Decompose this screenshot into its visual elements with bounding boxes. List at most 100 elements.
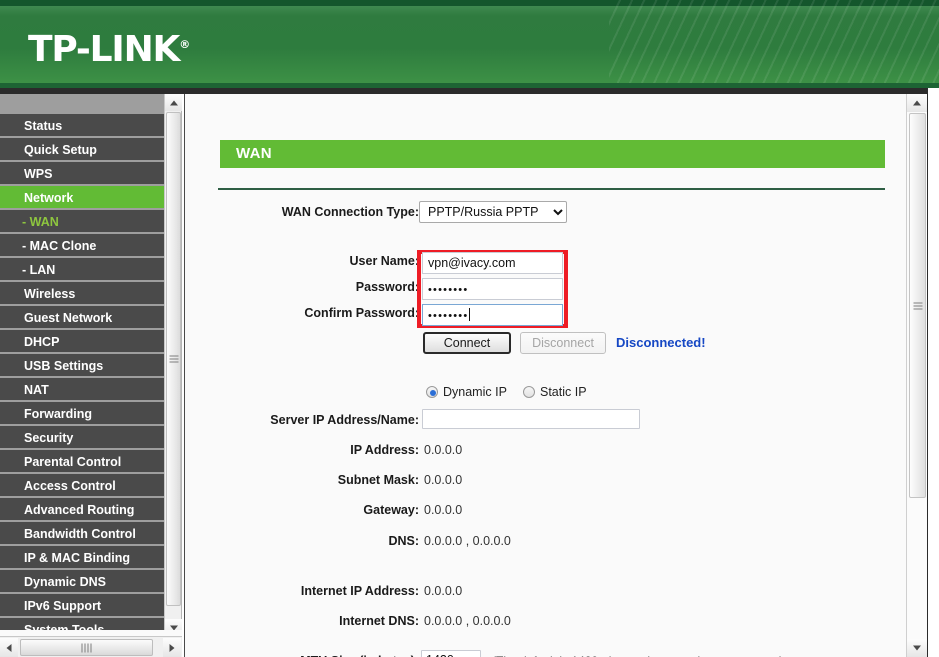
sidebar-item-parental-control[interactable]: Parental Control	[0, 450, 164, 474]
internet-ip-label: Internet IP Address:	[300, 584, 419, 598]
text-cursor	[469, 308, 471, 321]
confirm-password-input-value: ••••••••	[428, 310, 469, 322]
main-vertical-scrollbar[interactable]	[906, 94, 927, 657]
sidebar-horizontal-scrollbar[interactable]	[0, 636, 182, 657]
sidebar-item-security[interactable]: Security	[0, 426, 164, 450]
main-scroll-down-button[interactable]	[907, 639, 927, 657]
radio-selected-icon[interactable]	[426, 386, 438, 398]
sidebar-menu: Status Quick Setup WPS Network - WAN - MAC Cl…	[0, 114, 164, 636]
brand-text: TP-LINK	[28, 29, 180, 70]
sidebar-top-spacer	[0, 94, 164, 114]
password-label: Password:	[355, 280, 419, 294]
row-connection-actions: Connect Disconnect Disconnected!	[185, 332, 906, 354]
header-stripe-pattern	[609, 0, 939, 88]
scroll-left-button[interactable]	[0, 638, 18, 657]
sidebar-item-lan[interactable]: - LAN	[0, 258, 164, 282]
gateway-label: Gateway:	[363, 503, 419, 517]
chevron-up-icon	[913, 100, 921, 106]
sidebar-scroll-up-button[interactable]	[165, 94, 182, 111]
ip-address-value: 0.0.0.0	[424, 443, 463, 457]
radio-unselected-icon[interactable]	[523, 386, 535, 398]
horizontal-scrollbar-thumb[interactable]	[20, 639, 153, 656]
dynamic-ip-label: Dynamic IP	[443, 385, 507, 399]
row-connection-type: WAN Connection Type: PPTP/Russia PPTP	[185, 201, 906, 223]
row-dns: DNS: 0.0.0.0 , 0.0.0.0	[185, 530, 906, 552]
sidebar-vertical-scrollbar[interactable]	[164, 94, 182, 636]
grip-icon	[81, 643, 92, 652]
subnet-mask-value: 0.0.0.0	[424, 473, 463, 487]
chevron-left-icon	[6, 643, 12, 652]
mtu-hint-text: (The default is 1420, do not change unle…	[492, 650, 783, 657]
server-ip-input[interactable]	[422, 409, 640, 429]
disconnect-button: Disconnect	[520, 332, 606, 354]
sidebar-item-status[interactable]: Status	[0, 114, 164, 138]
connect-button[interactable]: Connect	[423, 332, 511, 354]
connection-type-label: WAN Connection Type:	[281, 205, 419, 219]
chevron-right-icon	[169, 643, 175, 652]
dns-label: DNS:	[388, 534, 419, 548]
internet-dns-label: Internet DNS:	[339, 614, 419, 628]
sidebar-item-forwarding[interactable]: Forwarding	[0, 402, 164, 426]
row-ip-address: IP Address: 0.0.0.0	[185, 439, 906, 461]
username-label: User Name:	[349, 254, 419, 268]
main-scroll-up-button[interactable]	[907, 94, 927, 112]
chevron-down-icon	[913, 645, 921, 651]
sidebar-item-wps[interactable]: WPS	[0, 162, 164, 186]
sidebar-item-advanced-routing[interactable]: Advanced Routing	[0, 498, 164, 522]
window-frame-right	[927, 88, 939, 657]
sidebar-scrollbar-thumb[interactable]	[166, 112, 181, 606]
sidebar-item-wireless[interactable]: Wireless	[0, 282, 164, 306]
chevron-up-icon	[169, 100, 178, 105]
sidebar-item-access-control[interactable]: Access Control	[0, 474, 164, 498]
grip-icon	[169, 355, 178, 363]
main-scrollbar-thumb[interactable]	[909, 113, 926, 498]
sidebar-item-nat[interactable]: NAT	[0, 378, 164, 402]
sidebar-item-guest-network[interactable]: Guest Network	[0, 306, 164, 330]
row-subnet-mask: Subnet Mask: 0.0.0.0	[185, 469, 906, 491]
row-internet-dns: Internet DNS: 0.0.0.0 , 0.0.0.0	[185, 610, 906, 632]
row-internet-ip: Internet IP Address: 0.0.0.0	[185, 580, 906, 602]
scroll-right-button[interactable]	[163, 638, 181, 657]
page-header: TP-LINK®	[0, 0, 939, 88]
sidebar-item-ipv6-support[interactable]: IPv6 Support	[0, 594, 164, 618]
username-input[interactable]: vpn@ivacy.com	[422, 252, 563, 274]
main-content: WAN WAN Connection Type: PPTP/Russia PPT…	[184, 94, 906, 657]
confirm-password-input[interactable]: ••••••••	[422, 304, 563, 326]
sidebar-item-mac-clone[interactable]: - MAC Clone	[0, 234, 164, 258]
internet-dns-value: 0.0.0.0 , 0.0.0.0	[424, 614, 511, 628]
ip-address-label: IP Address:	[350, 443, 419, 457]
internet-ip-value: 0.0.0.0	[424, 584, 463, 598]
router-admin-page: TP-LINK® Status Quick Setup WPS Network - WA…	[0, 0, 939, 657]
sidebar: Status Quick Setup WPS Network - WAN - MAC Cl…	[0, 94, 164, 636]
grip-icon	[913, 302, 922, 309]
sidebar-item-ip-mac-binding[interactable]: IP & MAC Binding	[0, 546, 164, 570]
sidebar-item-bandwidth-control[interactable]: Bandwidth Control	[0, 522, 164, 546]
row-gateway: Gateway: 0.0.0.0	[185, 499, 906, 521]
sidebar-item-wan[interactable]: - WAN	[0, 210, 164, 234]
wan-connection-type-select[interactable]: PPTP/Russia PPTP	[419, 201, 567, 223]
server-ip-label: Server IP Address/Name:	[270, 413, 419, 427]
sidebar-item-usb-settings[interactable]: USB Settings	[0, 354, 164, 378]
mtu-input[interactable]	[421, 650, 481, 657]
dynamic-ip-radio-option[interactable]: Dynamic IP	[426, 381, 507, 403]
confirm-password-label: Confirm Password:	[304, 306, 419, 320]
password-input[interactable]: ••••••••	[422, 278, 563, 300]
sidebar-item-dhcp[interactable]: DHCP	[0, 330, 164, 354]
dns-value: 0.0.0.0 , 0.0.0.0	[424, 534, 511, 548]
gateway-value: 0.0.0.0	[424, 503, 463, 517]
row-mtu: MTU Size (in bytes): (The default is 142…	[185, 650, 906, 657]
section-banner: WAN	[220, 140, 885, 168]
password-input-value: ••••••••	[428, 284, 469, 296]
row-ip-mode: Dynamic IP Static IP	[185, 381, 906, 403]
sidebar-item-network[interactable]: Network	[0, 186, 164, 210]
page-title: WAN	[236, 145, 272, 162]
subnet-mask-label: Subnet Mask:	[337, 473, 419, 487]
mtu-label: MTU Size (in bytes):	[189, 650, 419, 657]
username-input-value: vpn@ivacy.com	[428, 256, 516, 270]
tplink-logo: TP-LINK®	[28, 27, 190, 68]
sidebar-item-quick-setup[interactable]: Quick Setup	[0, 138, 164, 162]
registered-trademark-icon: ®	[179, 38, 191, 51]
static-ip-label: Static IP	[540, 385, 587, 399]
sidebar-item-dynamic-dns[interactable]: Dynamic DNS	[0, 570, 164, 594]
static-ip-radio-option[interactable]: Static IP	[523, 381, 587, 403]
